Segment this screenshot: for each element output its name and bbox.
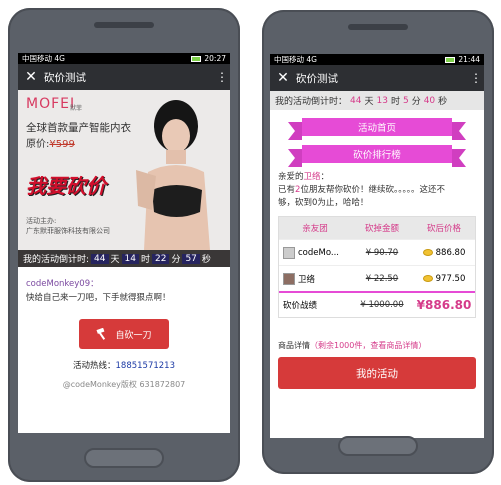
original-price: 原价:¥599 (26, 139, 75, 150)
more-icon[interactable]: ⋮ (468, 71, 484, 85)
copyright: @codeMonkey版权 631872807 (62, 380, 186, 389)
table-header: 亲友团 砍掉金额 砍后价格 (279, 217, 475, 239)
brand-logo: MOFEI (26, 96, 76, 112)
close-icon[interactable]: ✕ (18, 69, 44, 85)
avatar (283, 272, 295, 285)
countdown-seconds: 57 (182, 253, 200, 264)
battery-icon (445, 56, 456, 63)
carrier-label: 中国移动 4G (22, 54, 65, 63)
bargain-headline: 我要砍价 (26, 174, 106, 198)
page-title: 砍价测试 (296, 72, 338, 85)
phone-frame-left: 中国移动 4G 20:27 ✕ 砍价测试 ⋮ MOFEI 默菲 全球首款量产智能… (8, 8, 240, 482)
countdown-bar: 我的活动倒计时: 44 天 14 时 22 分 57 秒 (18, 250, 230, 267)
countdown-hours: 13 (376, 95, 388, 106)
hotline-number[interactable]: 18851571213 (116, 361, 176, 371)
home-button[interactable] (338, 436, 418, 456)
countdown-minutes: 22 (151, 253, 170, 264)
more-icon[interactable]: ⋮ (214, 70, 230, 84)
bargain-ranking-table: 亲友团 砍掉金额 砍后价格 codeMo... ¥ 90.70 886.80 卫… (278, 216, 476, 318)
speaker-slot (348, 24, 408, 30)
table-row: codeMo... ¥ 90.70 886.80 (279, 239, 475, 265)
phone-frame-right: 中国移动 4G 21:44 ✕ 砍价测试 ⋮ 我的活动倒计时： 44 天 13 时 … (262, 10, 494, 474)
countdown-days: 44 (350, 95, 362, 106)
product-tagline: 全球首款量产智能内衣 (26, 122, 131, 134)
status-bar: 中国移动 4G 21:44 (270, 54, 484, 65)
clock: 20:27 (204, 54, 226, 63)
screen-right: 中国移动 4G 21:44 ✕ 砍价测试 ⋮ 我的活动倒计时： 44 天 13 时 … (270, 54, 484, 438)
promo-banner: MOFEI 默菲 全球首款量产智能内衣 原价:¥599 我要砍价 活动主办: 广… (18, 90, 230, 250)
speaker-slot (94, 22, 154, 28)
greeting: 亲爱的卫络： 已有2位朋友帮你砍价！继续砍。。。。。这还不 够，砍到0为止，哈哈… (278, 172, 445, 208)
app-bar: ✕ 砍价测试 ⋮ (270, 65, 484, 91)
my-activity-button[interactable]: 我的活动 (278, 357, 476, 389)
activity-home-ribbon[interactable]: 活动首页 (288, 118, 466, 140)
brand-logo-sub: 默菲 (70, 105, 83, 112)
product-detail: 商品详情（剩余1000件，查看商品详情） (278, 341, 427, 350)
status-bar: 中国移动 4G 20:27 (18, 53, 230, 64)
product-detail-link[interactable]: （剩余1000件，查看商品详情） (310, 341, 426, 350)
clock: 21:44 (458, 55, 480, 64)
app-bar: ✕ 砍价测试 ⋮ (18, 64, 230, 90)
final-price: ¥886.80 (416, 298, 472, 312)
screen-left: 中国移动 4G 20:27 ✕ 砍价测试 ⋮ MOFEI 默菲 全球首款量产智能… (18, 53, 230, 433)
countdown-bar: 我的活动倒计时： 44 天 13 时 5分 40 秒 (270, 91, 484, 110)
greet-name: 卫络 (303, 172, 321, 182)
avatar (283, 246, 295, 259)
hotline: 活动热线：18851571213 (72, 361, 176, 371)
countdown-seconds: 40 (423, 95, 436, 106)
coin-icon (422, 249, 433, 256)
hammer-icon (96, 328, 106, 340)
self-bargain-button[interactable]: 自砍一刀 (79, 319, 169, 349)
table-total-row: 砍价战绩 ¥ 1000.00 ¥886.80 (279, 291, 475, 317)
close-icon[interactable]: ✕ (270, 70, 296, 86)
table-row: 卫络 ¥ 22.50 977.50 (279, 265, 475, 291)
page-title: 砍价测试 (44, 71, 86, 84)
home-button[interactable] (84, 448, 164, 468)
countdown-hours: 14 (121, 253, 139, 264)
sponsor-info: 活动主办: 广东默菲服饰科技有限公司 (26, 217, 110, 235)
battery-icon (191, 55, 202, 62)
model-photo (136, 100, 210, 250)
countdown-minutes: 5 (402, 95, 409, 106)
countdown-days: 44 (91, 253, 109, 264)
prompt-message: 快给自己来一刀吧，下手就得狠点啊！ (26, 293, 171, 303)
coin-icon (422, 275, 433, 282)
self-bargain-label: 自砍一刀 (115, 330, 152, 341)
ranking-ribbon[interactable]: 砍价排行榜 (288, 145, 466, 167)
username: codeMonkey09： (26, 279, 99, 289)
carrier-label: 中国移动 4G (274, 55, 317, 64)
